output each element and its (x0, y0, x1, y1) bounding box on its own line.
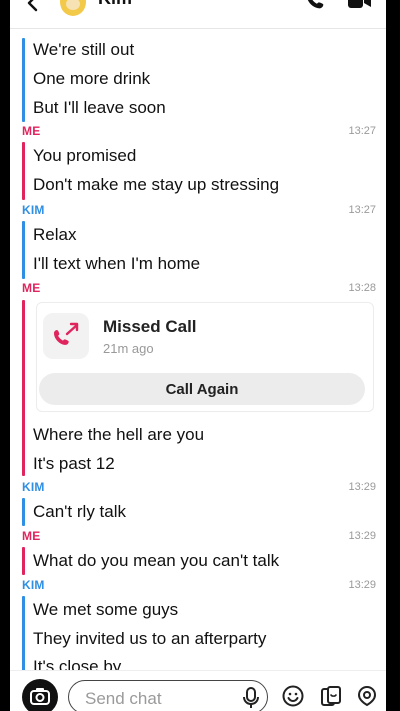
message-text: Don't make me stay up stressing (33, 175, 280, 194)
message-text: We're still out (33, 40, 135, 59)
chat-header: Kim (10, 0, 386, 24)
message-time: 13:29 (348, 530, 376, 542)
camera-button[interactable] (22, 679, 58, 711)
message-group-me: You promised Don't make me stay up stres… (22, 140, 374, 200)
sender-label: KIM (22, 578, 45, 592)
sender-bar (22, 38, 25, 122)
message-time: 13:27 (348, 204, 376, 216)
contact-name[interactable]: Kim (98, 0, 132, 9)
back-icon[interactable] (24, 0, 42, 12)
message-text: They invited us to an afterparty (33, 629, 267, 648)
smile-icon[interactable] (282, 685, 304, 707)
sender-label: KIM (22, 203, 45, 217)
message-group-me: What do you mean you can't talk (22, 545, 374, 575)
video-icon[interactable] (348, 0, 372, 10)
sender-label: ME (22, 124, 41, 138)
message-text: We met some guys (33, 600, 179, 619)
sender-label: ME (22, 281, 41, 295)
sender-label: KIM (22, 480, 45, 494)
message-time: 13:27 (348, 125, 376, 137)
call-icon[interactable] (305, 0, 327, 12)
send-chat-input[interactable] (83, 687, 237, 711)
message-text: Relax (33, 225, 77, 244)
message-group-kim: We're still out One more drink But I'll … (22, 34, 374, 122)
missed-call-icon (54, 322, 79, 345)
sticker-icon[interactable] (320, 685, 342, 707)
message-group-kim: Can't rly talk (22, 496, 374, 526)
camera-icon (30, 688, 50, 705)
message-time: 13:28 (348, 282, 376, 294)
missed-call-time: 21m ago (103, 341, 154, 356)
sender-label: ME (22, 529, 41, 543)
sender-bar (22, 498, 25, 526)
avatar[interactable] (60, 0, 86, 16)
message-text: It's past 12 (33, 454, 115, 473)
sender-bar (22, 221, 25, 279)
sender-bar (22, 142, 25, 200)
mic-icon[interactable] (241, 687, 261, 709)
message-text: What do you mean you can't talk (33, 551, 280, 570)
message-group-kim: Relax I'll text when I'm home (22, 219, 374, 279)
message-time: 13:29 (348, 579, 376, 591)
header-divider (10, 28, 386, 29)
composer-bar (10, 670, 386, 711)
message-text: Where the hell are you (33, 425, 205, 444)
call-again-button[interactable]: Call Again (39, 373, 365, 405)
bitmoji-icon[interactable] (356, 685, 378, 707)
message-time: 13:29 (348, 481, 376, 493)
send-chat-field[interactable] (68, 680, 268, 711)
message-text: But I'll leave soon (33, 98, 166, 117)
missed-call-card: Missed Call 21m ago Call Again (36, 302, 374, 412)
chat-screen: Kim We're still out One more drink But I… (10, 0, 386, 711)
message-text: Can't rly talk (33, 502, 126, 521)
missed-call-icon-tile (43, 313, 89, 359)
message-text: I'll text when I'm home (33, 254, 201, 273)
sender-bar (22, 547, 25, 575)
message-text: You promised (33, 146, 137, 165)
sender-bar (22, 300, 25, 476)
missed-call-title: Missed Call (103, 317, 197, 336)
message-text: One more drink (33, 69, 151, 88)
